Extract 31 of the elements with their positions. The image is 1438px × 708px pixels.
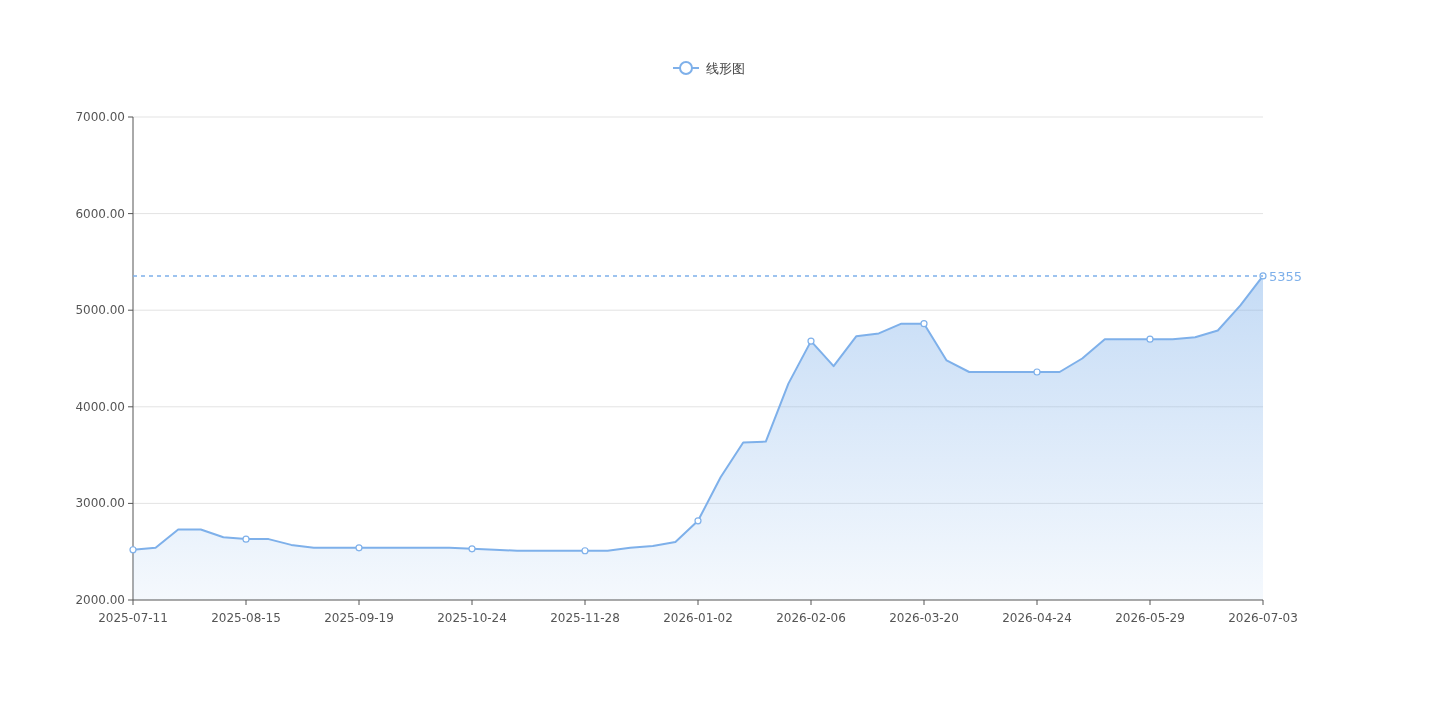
x-axis-label: 2025-11-28 bbox=[550, 611, 620, 625]
data-point bbox=[581, 547, 589, 555]
data-point bbox=[242, 535, 250, 543]
x-axis-label: 2025-09-19 bbox=[324, 611, 394, 625]
x-axis-label: 2026-07-03 bbox=[1228, 611, 1298, 625]
data-point bbox=[807, 337, 815, 345]
y-axis-label: 4000.00 bbox=[75, 399, 125, 414]
x-axis-label: 2026-02-06 bbox=[776, 611, 846, 625]
x-axis-label: 2026-03-20 bbox=[889, 611, 959, 625]
y-axis-label: 2000.00 bbox=[75, 593, 125, 607]
data-point bbox=[694, 517, 702, 525]
data-point bbox=[355, 544, 363, 552]
y-axis-label: 6000.00 bbox=[75, 206, 125, 221]
data-point bbox=[1146, 335, 1154, 343]
data-point bbox=[1259, 272, 1267, 280]
data-point bbox=[468, 545, 476, 553]
y-axis-label: 5000.00 bbox=[75, 303, 125, 318]
legend-line-icon bbox=[672, 61, 700, 75]
legend-label: 线形图 bbox=[706, 61, 745, 76]
data-point bbox=[920, 320, 928, 328]
x-axis-label: 2026-04-24 bbox=[1002, 611, 1072, 625]
x-axis-label: 2025-07-11 bbox=[98, 611, 168, 625]
x-axis-label: 2025-08-15 bbox=[211, 611, 281, 625]
x-axis-label: 2025-10-24 bbox=[437, 611, 507, 625]
reference-label: 5355 bbox=[1269, 268, 1303, 284]
data-point bbox=[1033, 368, 1041, 376]
x-axis-label: 2026-05-29 bbox=[1115, 611, 1185, 625]
x-axis-label: 2026-01-02 bbox=[663, 611, 733, 625]
y-axis-label: 3000.00 bbox=[75, 496, 125, 511]
data-point bbox=[129, 546, 137, 554]
y-axis-label: 7000.00 bbox=[75, 110, 125, 124]
